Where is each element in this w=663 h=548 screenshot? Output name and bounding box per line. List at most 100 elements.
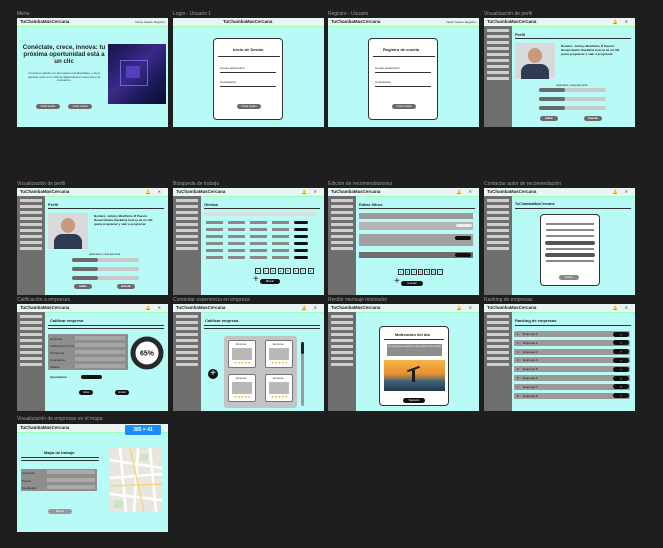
map-icon[interactable] [110,448,162,512]
send-button[interactable]: Enviar [559,275,579,280]
position-input[interactable] [47,478,95,482]
brand-logo[interactable]: TuChambaMasCercana [20,305,69,310]
review-card[interactable]: Empresa ★★★★★ [265,340,293,368]
star-icon[interactable]: ★★★★★ [271,395,288,399]
nav-links[interactable]: Iniciar Sesión Registro [135,20,165,24]
rating-input[interactable] [75,343,125,347]
brand-logo[interactable]: TuChambaMasCercana [20,189,69,194]
bell-icon[interactable]: 🔔 ✕ [613,189,631,194]
bell-icon[interactable]: 🔔 ✕ [457,305,475,310]
filter-row[interactable] [359,213,473,219]
ranking-detail-button[interactable]: › [613,349,629,355]
ranking-row[interactable]: 8 Empresa 8 › [514,392,630,399]
skill-chip[interactable] [72,276,98,280]
brand-logo[interactable]: TuChambaMasCercana [487,189,536,194]
save-filters-button[interactable]: Guardar [401,281,423,286]
bell-icon[interactable]: 🔔 ✕ [146,305,164,310]
pagination[interactable]: 1 2 3 4 5 6 7 [398,269,443,275]
ranking-row[interactable]: 5 Empresa 5 › [514,366,630,373]
login-button[interactable]: Iniciar sesión [36,104,60,109]
ranking-detail-button[interactable]: › [613,357,629,363]
brand-logo[interactable]: TuChambaMasCercana [176,189,225,194]
brand-logo[interactable]: TuChambaMasCercana [487,19,536,24]
salary-input[interactable] [75,364,125,368]
ranking-detail-button[interactable]: › [613,340,629,346]
filter-chip[interactable] [455,236,471,240]
offer-apply-chip[interactable] [294,256,308,259]
ranking-row[interactable]: 1 Empresa 1 › [514,331,630,337]
next-button[interactable]: Siguiente [403,398,425,403]
register-submit-button[interactable]: Crear cuenta [392,104,416,109]
modality-input[interactable] [47,485,95,489]
password-field[interactable] [220,86,276,87]
add-comment-icon[interactable]: + [208,369,218,379]
login-submit-button[interactable]: Iniciar sesión [237,104,261,109]
map-search-button[interactable]: Buscar [48,509,72,514]
offer-apply-chip[interactable] [294,221,308,224]
ranking-row[interactable]: 2 Empresa 2 › [514,339,630,346]
submit-button[interactable]: Enviar [115,390,129,395]
filter-toggle[interactable] [456,224,472,227]
plus-icon[interactable]: + [253,275,259,285]
offer-apply-chip[interactable] [294,235,308,238]
bell-icon[interactable]: 🔔 ✕ [613,305,631,310]
skill-chip[interactable] [72,258,98,262]
register-button[interactable]: Crear cuenta [68,104,92,109]
save-button[interactable]: Guardar [117,284,135,289]
brand-logo[interactable]: TuChambaMasCercana [223,19,272,24]
offer-apply-chip[interactable] [294,228,308,231]
back-button[interactable]: Atrás [79,390,93,395]
brand-logo[interactable]: TuChambaMasCercana [331,305,380,310]
filter-chip[interactable] [455,253,471,257]
brand-logo[interactable]: TuChambaMasCercana [20,19,69,24]
contact-option[interactable] [545,241,595,245]
scrollbar[interactable] [301,342,304,406]
search-button[interactable]: Buscar [260,279,280,284]
bell-icon[interactable]: 🔔 ✕ [302,189,320,194]
review-card[interactable]: Empresa ★★★★★ [265,374,293,402]
ranking-detail-button[interactable]: › [613,331,629,337]
brand-logo[interactable]: TuChambaMasCercana [487,305,536,310]
skill-chip[interactable] [539,88,565,92]
ranking-detail-button[interactable]: › [613,366,629,372]
ranking-row[interactable]: 4 Empresa 4 › [514,357,630,364]
star-icon[interactable]: ★★★★★ [271,361,288,365]
skill-chip[interactable] [539,106,565,110]
company-input[interactable] [75,336,125,340]
save-button[interactable]: Guardar [584,116,602,121]
bell-icon[interactable]: 🔔 ✕ [146,189,164,194]
ranking-row[interactable]: 3 Empresa 3 › [514,348,630,355]
email-field[interactable] [375,72,431,73]
pagination[interactable]: 1 2 3 4 5 6 7 8 [255,268,314,274]
qualities-input[interactable] [75,357,125,361]
star-icon[interactable]: ★★★★★ [234,361,251,365]
offer-apply-chip[interactable] [294,249,308,252]
brand-logo[interactable]: TuChambaMasCercana [331,19,380,24]
skill-chip[interactable] [539,97,565,101]
brand-logo[interactable]: TuChambaMasCercana [20,425,69,430]
contact-option[interactable] [545,253,595,257]
edit-button[interactable]: Editar [74,284,92,289]
edit-button[interactable]: Editar [540,116,558,121]
search-input[interactable] [204,212,316,216]
brand-logo[interactable]: TuChambaMasCercana [331,189,380,194]
ranking-detail-button[interactable]: › [613,384,629,390]
ranking-row[interactable]: 7 Empresa 7 › [514,383,630,390]
brand-logo[interactable]: TuChambaMasCercana [176,305,225,310]
bell-icon[interactable]: 🔔 ✕ [613,19,631,24]
ranking-row[interactable]: 6 Empresa 6 › [514,375,630,381]
skill-chip[interactable] [72,267,98,271]
offer-apply-chip[interactable] [294,242,308,245]
ranking-detail-button[interactable]: › [613,375,629,381]
plus-icon[interactable]: + [394,277,400,287]
review-card[interactable]: Empresa ★★★★★ [228,340,256,368]
star-icon[interactable]: ★★★★★ [234,395,251,399]
bell-icon[interactable]: 🔔 ✕ [457,189,475,194]
strengths-input[interactable] [75,350,125,354]
ranking-detail-button[interactable]: › [613,393,629,399]
email-field[interactable] [220,72,276,73]
bell-icon[interactable]: 🔔 ✕ [302,305,320,310]
password-field[interactable] [375,86,431,87]
review-card[interactable]: Empresa ★★★★★ [228,374,256,402]
location-input[interactable] [47,470,95,474]
